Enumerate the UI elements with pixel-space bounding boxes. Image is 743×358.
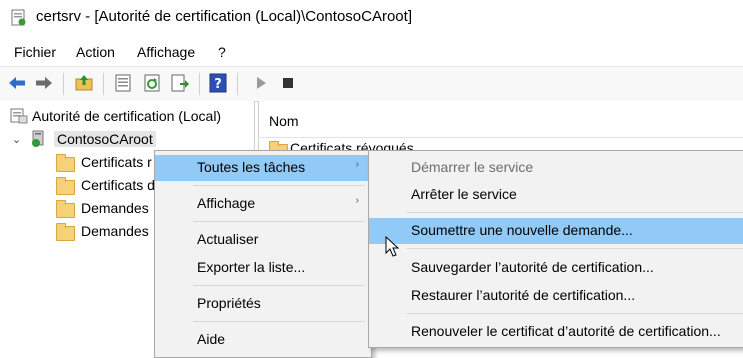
ctx-all-tasks[interactable]: Toutes les tâches › <box>155 155 371 181</box>
submenu-backup-ca[interactable]: Sauvegarder l’autorité de certification.… <box>369 255 743 281</box>
menu-action[interactable]: Action <box>76 44 115 60</box>
stop-icon[interactable] <box>278 73 298 93</box>
menu-affichage[interactable]: Affichage <box>137 44 195 60</box>
forward-arrow-icon[interactable] <box>34 73 54 93</box>
menu-bar: Fichier Action Affichage ? <box>0 40 743 66</box>
submenu-renew-ca-certificate[interactable]: Renouveler le certificat d’autorité de c… <box>369 319 743 345</box>
ctx-view[interactable]: Affichage › <box>155 191 371 217</box>
title-bar: certsrv - [Autorité de certification (Lo… <box>0 0 743 36</box>
all-tasks-submenu: Démarrer le service Arrêter le service S… <box>368 150 743 348</box>
export-list-icon[interactable] <box>170 73 190 93</box>
ctx-properties[interactable]: Propriétés <box>155 291 371 317</box>
folder-icon <box>56 200 75 218</box>
expand-chevron-icon[interactable]: ⌄ <box>12 133 21 146</box>
folder-icon <box>56 177 75 195</box>
menu-fichier[interactable]: Fichier <box>14 44 56 60</box>
tree-child-2[interactable]: Certificats d <box>81 177 155 193</box>
context-menu: Toutes les tâches › Affichage › Actualis… <box>154 150 372 358</box>
submenu-start-service: Démarrer le service <box>411 159 534 175</box>
ctx-help[interactable]: Aide <box>155 327 371 353</box>
tree-child-3[interactable]: Demandes <box>81 200 149 216</box>
tree-root-label[interactable]: Autorité de certification (Local) <box>32 108 221 124</box>
submenu-stop-service[interactable]: Arrêter le service <box>369 182 743 208</box>
certificate-authority-root-icon <box>10 108 28 124</box>
toolbar: ? <box>0 66 743 102</box>
properties-icon[interactable] <box>113 73 133 93</box>
help-icon[interactable]: ? <box>208 73 228 93</box>
play-icon[interactable] <box>251 73 271 93</box>
up-folder-icon[interactable] <box>74 73 94 93</box>
back-arrow-icon[interactable] <box>7 73 27 93</box>
refresh-icon[interactable] <box>142 73 162 93</box>
window-title: certsrv - [Autorité de certification (Lo… <box>36 8 412 25</box>
ctx-export-list[interactable]: Exporter la liste... <box>155 255 371 281</box>
mouse-cursor-icon <box>385 236 400 257</box>
certificate-authority-icon <box>11 9 26 26</box>
column-header[interactable]: Nom <box>258 101 743 138</box>
column-name-label: Nom <box>269 113 299 129</box>
ca-server-icon <box>32 130 44 147</box>
submenu-submit-new-request[interactable]: Soumettre une nouvelle demande... <box>369 218 743 244</box>
tree-ca-label[interactable]: ContosoCAroot <box>54 131 156 147</box>
tree-child-1[interactable]: Certificats r <box>81 154 152 170</box>
menu-help[interactable]: ? <box>218 44 226 60</box>
folder-icon <box>56 154 75 172</box>
tree-child-4[interactable]: Demandes <box>81 223 149 239</box>
ctx-refresh[interactable]: Actualiser <box>155 227 371 253</box>
submenu-restore-ca[interactable]: Restaurer l’autorité de certification... <box>369 283 743 309</box>
submenu-arrow-icon: › <box>355 195 359 206</box>
submenu-arrow-icon: › <box>355 159 359 170</box>
folder-icon <box>56 223 75 241</box>
svg-text:?: ? <box>214 77 222 92</box>
